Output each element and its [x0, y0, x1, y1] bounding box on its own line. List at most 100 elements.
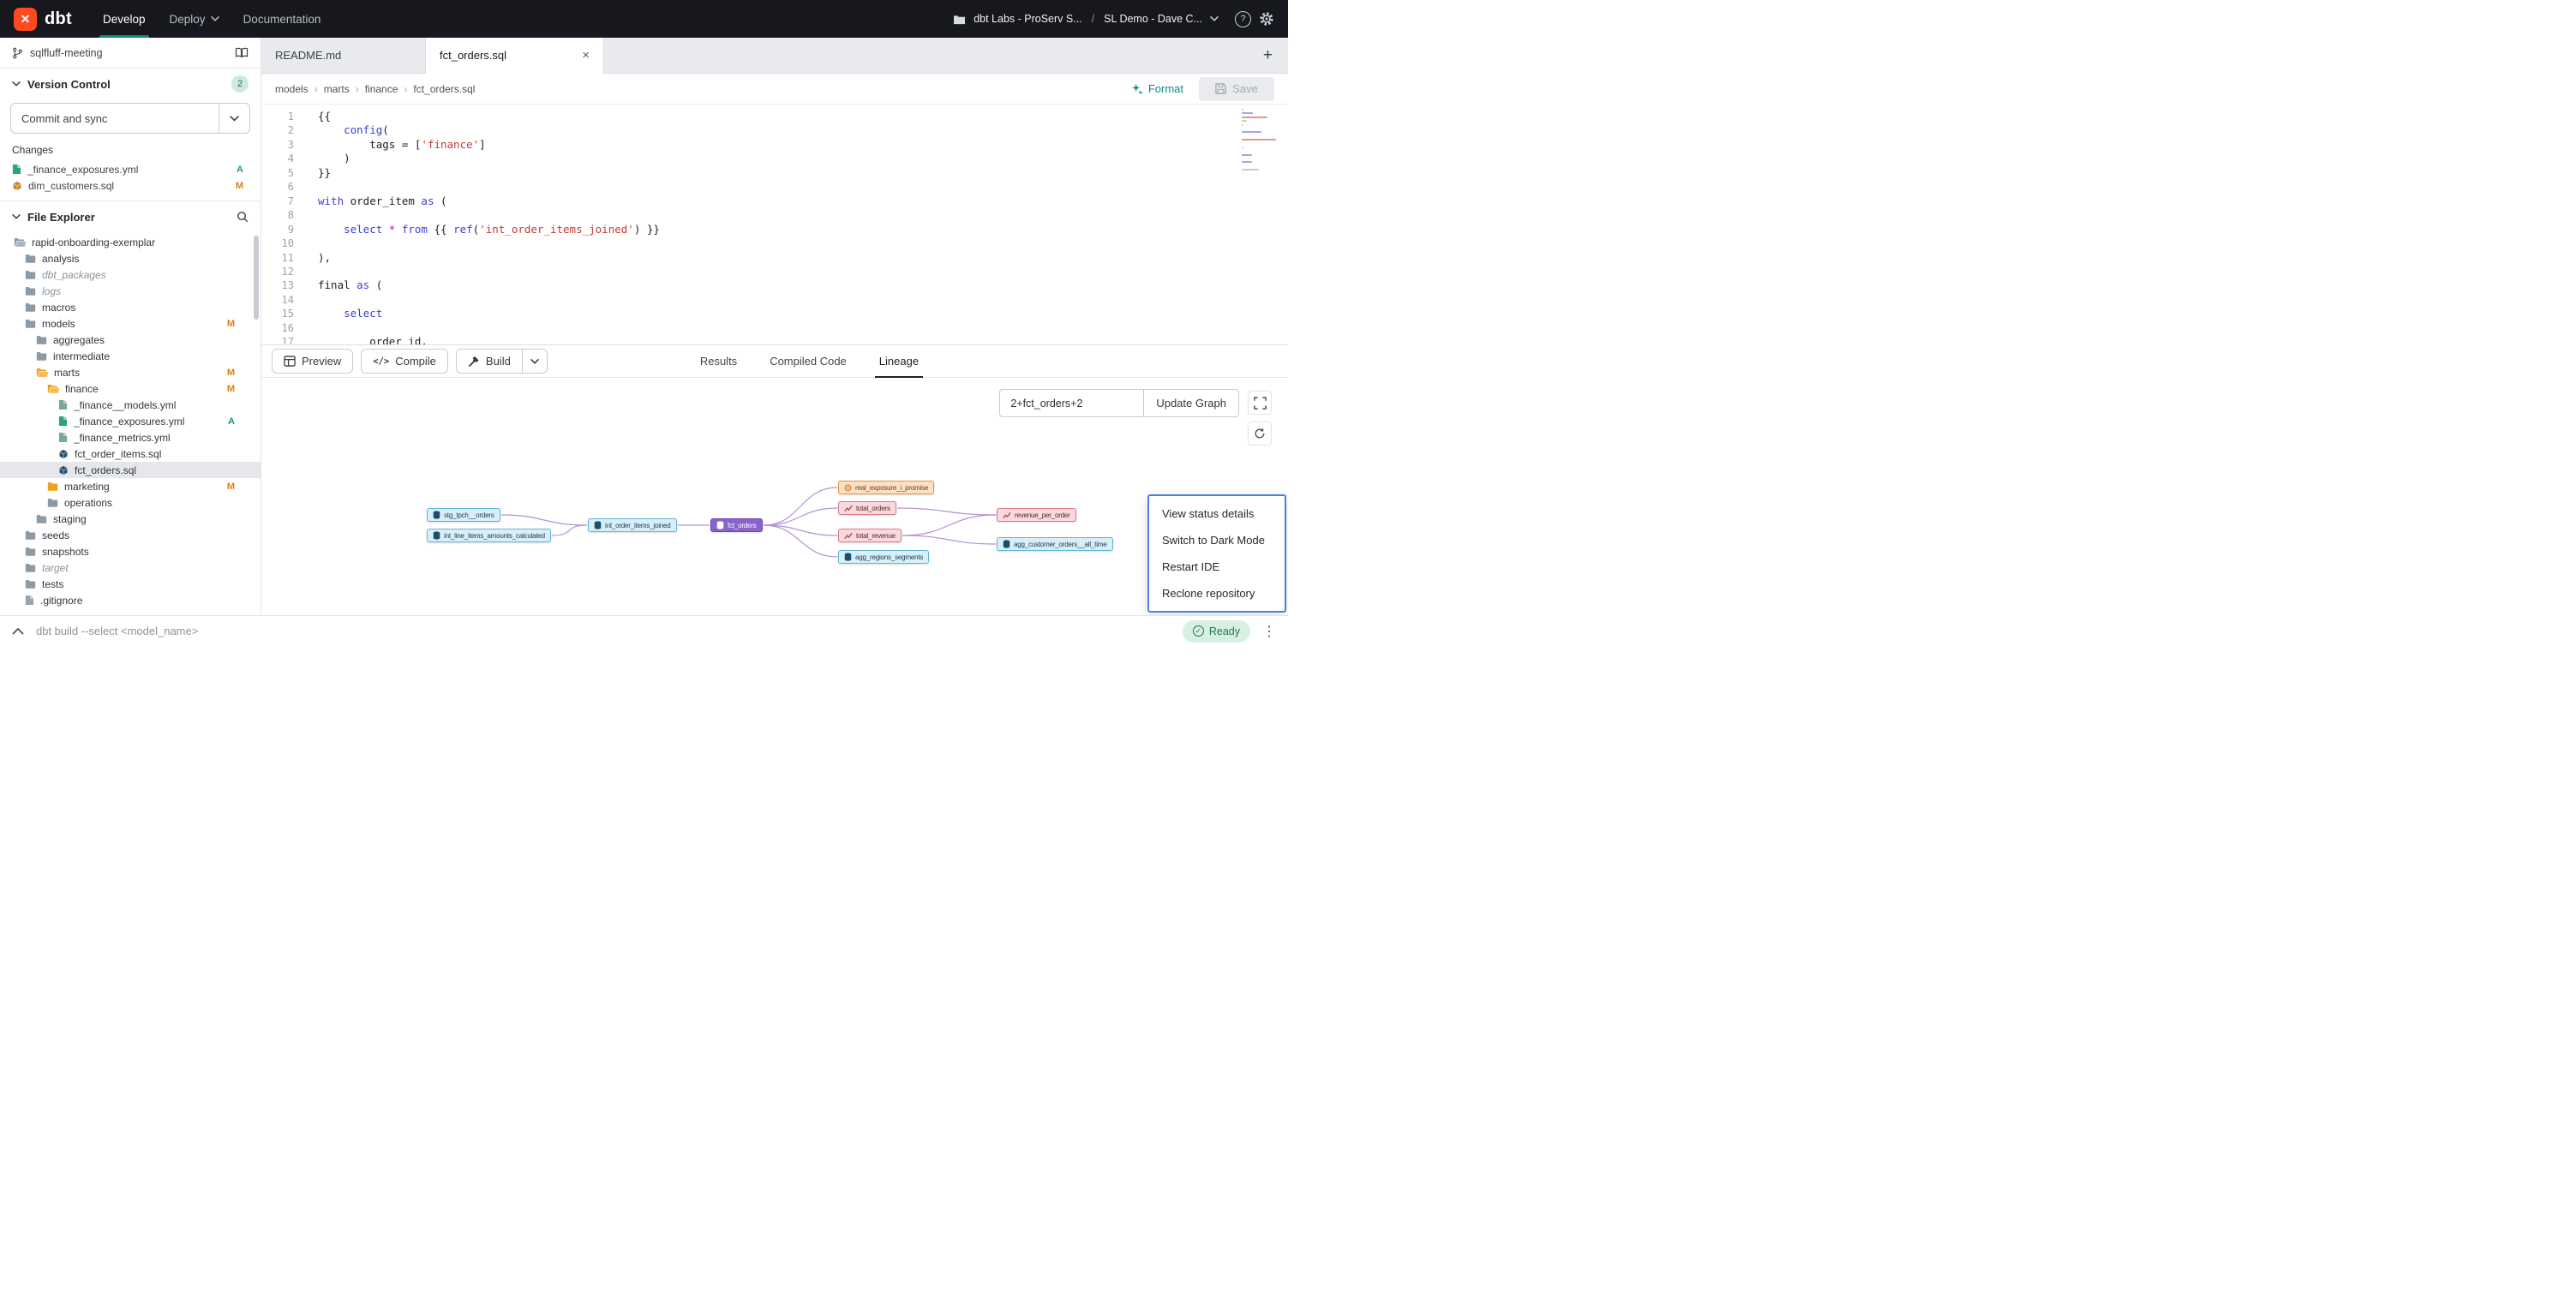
change-item-finance-exposures-yml[interactable]: _finance_exposures.ymlA — [0, 161, 261, 177]
menu-item-restart-ide[interactable]: Restart IDE — [1149, 553, 1285, 580]
change-item-dim-customers-sql[interactable]: dim_customers.sqlM — [0, 177, 261, 194]
code-token — [382, 223, 389, 236]
tree-item-fct-order-items-sql[interactable]: fct_order_items.sql — [0, 446, 261, 462]
lineage-node-total-revenue[interactable]: total_revenue — [838, 529, 902, 542]
lineage-edge — [501, 515, 587, 525]
docs-book-icon[interactable] — [235, 47, 249, 58]
overflow-menu-icon[interactable]: ⋮ — [1262, 623, 1276, 640]
tree-item-rapid-onboarding-exemplar[interactable]: rapid-onboarding-exemplar — [0, 234, 261, 250]
lineage-node-int-line-items-amounts-calculated[interactable]: int_line_items_amounts_calculated — [427, 529, 551, 542]
tree-item-staging[interactable]: staging — [0, 511, 261, 527]
commit-options-caret-icon[interactable] — [219, 104, 249, 133]
folder-open-icon — [47, 384, 59, 393]
menu-item-view-status-details[interactable]: View status details — [1149, 500, 1285, 527]
tree-item-seeds[interactable]: seeds — [0, 527, 261, 543]
tree-item-analysis[interactable]: analysis — [0, 250, 261, 266]
commit-and-sync-button[interactable]: Commit and sync — [10, 103, 250, 134]
database-icon — [1003, 540, 1010, 548]
format-button[interactable]: Format — [1131, 82, 1183, 95]
lineage-node-fct-orders[interactable]: fct_orders — [710, 518, 763, 532]
account-name[interactable]: dbt Labs - ProServ S... — [973, 13, 1081, 25]
lineage-selector-input[interactable] — [999, 389, 1143, 417]
file-explorer-header[interactable]: File Explorer — [0, 201, 261, 232]
changes-list: _finance_exposures.ymlAdim_customers.sql… — [0, 161, 261, 194]
compile-button[interactable]: </>Compile — [361, 349, 448, 374]
tree-item-finance-models-yml[interactable]: _finance__models.yml — [0, 397, 261, 413]
panel-tab-lineage[interactable]: Lineage — [863, 345, 935, 377]
panel-tab-results[interactable]: Results — [684, 345, 753, 377]
build-button[interactable]: Build — [456, 349, 522, 374]
breadcrumb-item-models[interactable]: models — [275, 83, 309, 95]
tree-item-intermediate[interactable]: intermediate — [0, 348, 261, 364]
lineage-canvas[interactable]: Update Graph View status detailsSwitch t… — [261, 378, 1288, 615]
lineage-node-total-orders[interactable]: total_orders — [838, 501, 896, 515]
nav-develop[interactable]: Develop — [91, 0, 158, 38]
tree-item-gitignore[interactable]: .gitignore — [0, 592, 261, 608]
tree-item-marts[interactable]: martsM — [0, 364, 261, 380]
database-icon — [844, 553, 852, 561]
breadcrumb-item-finance[interactable]: finance — [365, 83, 398, 95]
version-control-header[interactable]: Version Control 2 — [0, 69, 261, 99]
lineage-node-label: total_revenue — [856, 532, 896, 540]
tree-scrollbar[interactable] — [254, 236, 259, 320]
code-editor[interactable]: 1234567891011121314151617 {{ config( tag… — [261, 105, 1288, 344]
tree-item-snapshots[interactable]: snapshots — [0, 543, 261, 559]
save-button[interactable]: Save — [1199, 77, 1274, 101]
folder-icon — [25, 530, 36, 540]
status-badge[interactable]: ✓ Ready — [1183, 620, 1250, 643]
expand-panel-chevron-icon[interactable] — [12, 628, 24, 635]
folder-icon — [25, 270, 36, 279]
menu-item-reclone-repository[interactable]: Reclone repository — [1149, 580, 1285, 607]
dbt-logo-icon[interactable]: ✕ — [14, 8, 37, 31]
project-name[interactable]: SL Demo - Dave C... — [1104, 13, 1202, 25]
lineage-node-stg-tpch-orders[interactable]: stg_tpch__orders — [427, 508, 500, 522]
tree-item-finance-metrics-yml[interactable]: _finance_metrics.yml — [0, 429, 261, 446]
update-graph-button[interactable]: Update Graph — [1143, 389, 1239, 417]
project-caret-icon[interactable] — [1210, 16, 1219, 21]
tree-item-marketing[interactable]: marketingM — [0, 478, 261, 494]
code-lines[interactable]: {{ config( tags = ['finance'] )}} with o… — [306, 105, 1288, 344]
breadcrumb-item-marts[interactable]: marts — [324, 83, 350, 95]
lineage-node-real-exposure-i-promise[interactable]: real_exposure_i_promise — [838, 481, 934, 494]
line-number: 11 — [261, 251, 306, 265]
reset-view-button[interactable] — [1248, 422, 1272, 446]
search-icon[interactable] — [237, 211, 249, 223]
tree-item-target[interactable]: target — [0, 559, 261, 576]
lineage-node-int-order-items-joined[interactable]: int_order_items_joined — [588, 518, 677, 532]
command-input[interactable] — [36, 625, 1171, 637]
panel-tab-compiled-code[interactable]: Compiled Code — [753, 345, 863, 377]
tree-item-tests[interactable]: tests — [0, 576, 261, 592]
nav-deploy[interactable]: Deploy — [158, 0, 231, 38]
code-token: {{ — [318, 110, 331, 123]
dbt-cloud-ide: ✕ dbt DevelopDeployDocumentation dbt Lab… — [0, 0, 1288, 646]
tree-item-finance[interactable]: financeM — [0, 380, 261, 397]
tree-item-dbt-packages[interactable]: dbt_packages — [0, 266, 261, 283]
settings-gear-icon[interactable] — [1259, 11, 1274, 27]
tree-item-label: aggregates — [53, 334, 105, 346]
tree-item-macros[interactable]: macros — [0, 299, 261, 315]
lineage-node-agg-regions-segments[interactable]: agg_regions_segments — [838, 550, 929, 564]
help-icon[interactable]: ? — [1235, 11, 1251, 27]
code-token: }} — [318, 166, 331, 179]
menu-item-switch-to-dark-mode[interactable]: Switch to Dark Mode — [1149, 527, 1285, 553]
preview-button[interactable]: Preview — [272, 349, 353, 374]
tree-item-aggregates[interactable]: aggregates — [0, 332, 261, 348]
build-options-caret-icon[interactable] — [522, 349, 548, 374]
tree-item-operations[interactable]: operations — [0, 494, 261, 511]
close-tab-icon[interactable]: × — [582, 49, 590, 62]
fullscreen-button[interactable] — [1248, 391, 1272, 415]
branch-name[interactable]: sqlfluff-meeting — [30, 47, 103, 59]
tree-item-fct-orders-sql[interactable]: fct_orders.sql — [0, 462, 261, 478]
minimap[interactable] — [1242, 109, 1278, 173]
breadcrumb-item-fct-orders-sql[interactable]: fct_orders.sql — [413, 83, 475, 95]
editor-tab-fct-orders-sql[interactable]: fct_orders.sql× — [426, 38, 604, 74]
tree-item-logs[interactable]: logs — [0, 283, 261, 299]
line-number: 10 — [261, 236, 306, 250]
editor-tab-readme-md[interactable]: README.md — [261, 38, 426, 73]
tree-item-finance-exposures-yml[interactable]: _finance_exposures.ymlA — [0, 413, 261, 429]
tree-item-models[interactable]: modelsM — [0, 315, 261, 332]
nav-documentation[interactable]: Documentation — [231, 0, 333, 38]
lineage-node-revenue-per-order[interactable]: revenue_per_order — [997, 508, 1076, 522]
new-tab-button[interactable]: + — [1263, 46, 1273, 65]
lineage-node-agg-customer-orders-all-time[interactable]: agg_customer_orders__all_time — [997, 537, 1113, 551]
